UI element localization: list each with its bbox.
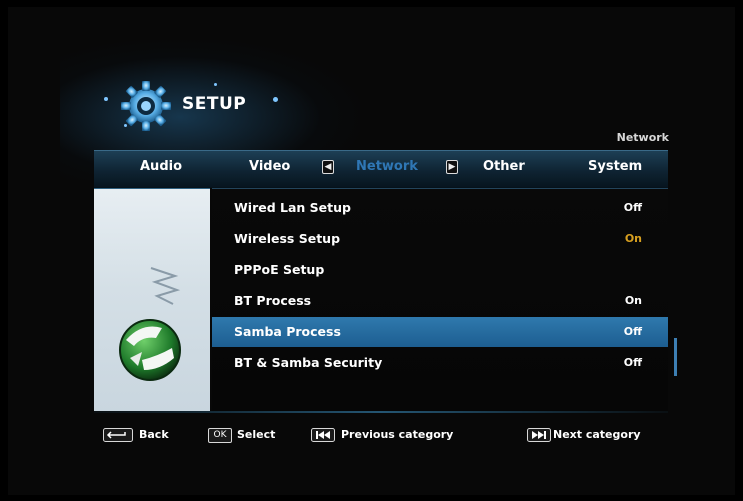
ok-key-icon[interactable]: OK <box>208 428 232 443</box>
setting-label: Wireless Setup <box>234 231 341 246</box>
tab-audio[interactable]: Audio <box>140 159 182 174</box>
list-item-pppoe[interactable]: PPPoE Setup <box>212 255 668 285</box>
back-key-icon[interactable] <box>103 428 133 442</box>
list-item-wired-lan[interactable]: Wired Lan Setup Off <box>212 193 668 223</box>
setting-value: Off <box>623 201 642 214</box>
setting-label: BT & Samba Security <box>234 355 383 370</box>
next-category-hint: Next category <box>553 428 641 441</box>
scrollbar[interactable] <box>674 338 677 376</box>
list-item-samba-process[interactable]: Samba Process Off <box>212 317 668 347</box>
tab-network[interactable]: Network <box>356 159 418 174</box>
setting-label: PPPoE Setup <box>234 262 325 277</box>
setting-value: On <box>624 294 642 307</box>
settings-list: Wired Lan Setup Off Wireless Setup On PP… <box>212 188 668 411</box>
tab-next-arrow-icon[interactable]: ▶ <box>446 160 458 174</box>
next-category-key-icon[interactable] <box>527 428 551 442</box>
swirl-icon <box>150 267 181 305</box>
page-title: SETUP <box>182 94 247 114</box>
back-hint: Back <box>139 428 169 441</box>
tab-other[interactable]: Other <box>483 159 525 174</box>
breadcrumb: Network <box>616 131 669 144</box>
setting-label: Wired Lan Setup <box>234 200 351 215</box>
previous-category-hint: Previous category <box>341 428 454 441</box>
category-tab-bar: Audio Video ◀ Network ▶ Other System <box>94 150 668 188</box>
tab-video[interactable]: Video <box>249 159 290 174</box>
tab-system[interactable]: System <box>588 159 642 174</box>
tab-prev-arrow-icon[interactable]: ◀ <box>322 160 334 174</box>
select-hint: Select <box>237 428 276 441</box>
gear-icon <box>121 81 171 131</box>
list-item-wireless[interactable]: Wireless Setup On <box>212 224 668 254</box>
setting-value: Off <box>623 356 642 369</box>
footer-divider <box>94 411 668 413</box>
list-item-bt-samba-security[interactable]: BT & Samba Security Off <box>212 348 668 378</box>
setting-label: BT Process <box>234 293 312 308</box>
setting-value: On <box>624 232 642 245</box>
sparkle-dot <box>104 97 108 101</box>
tv-screen: SETUP Network Audio Video ◀ Network ▶ Ot… <box>0 0 743 501</box>
setting-value: Off <box>623 325 642 338</box>
sparkle-dot <box>273 97 278 102</box>
previous-category-key-icon[interactable] <box>311 428 335 442</box>
network-globe-icon <box>119 319 181 381</box>
sparkle-dot <box>214 83 217 86</box>
list-item-bt-process[interactable]: BT Process On <box>212 286 668 316</box>
setting-label: Samba Process <box>234 324 341 339</box>
